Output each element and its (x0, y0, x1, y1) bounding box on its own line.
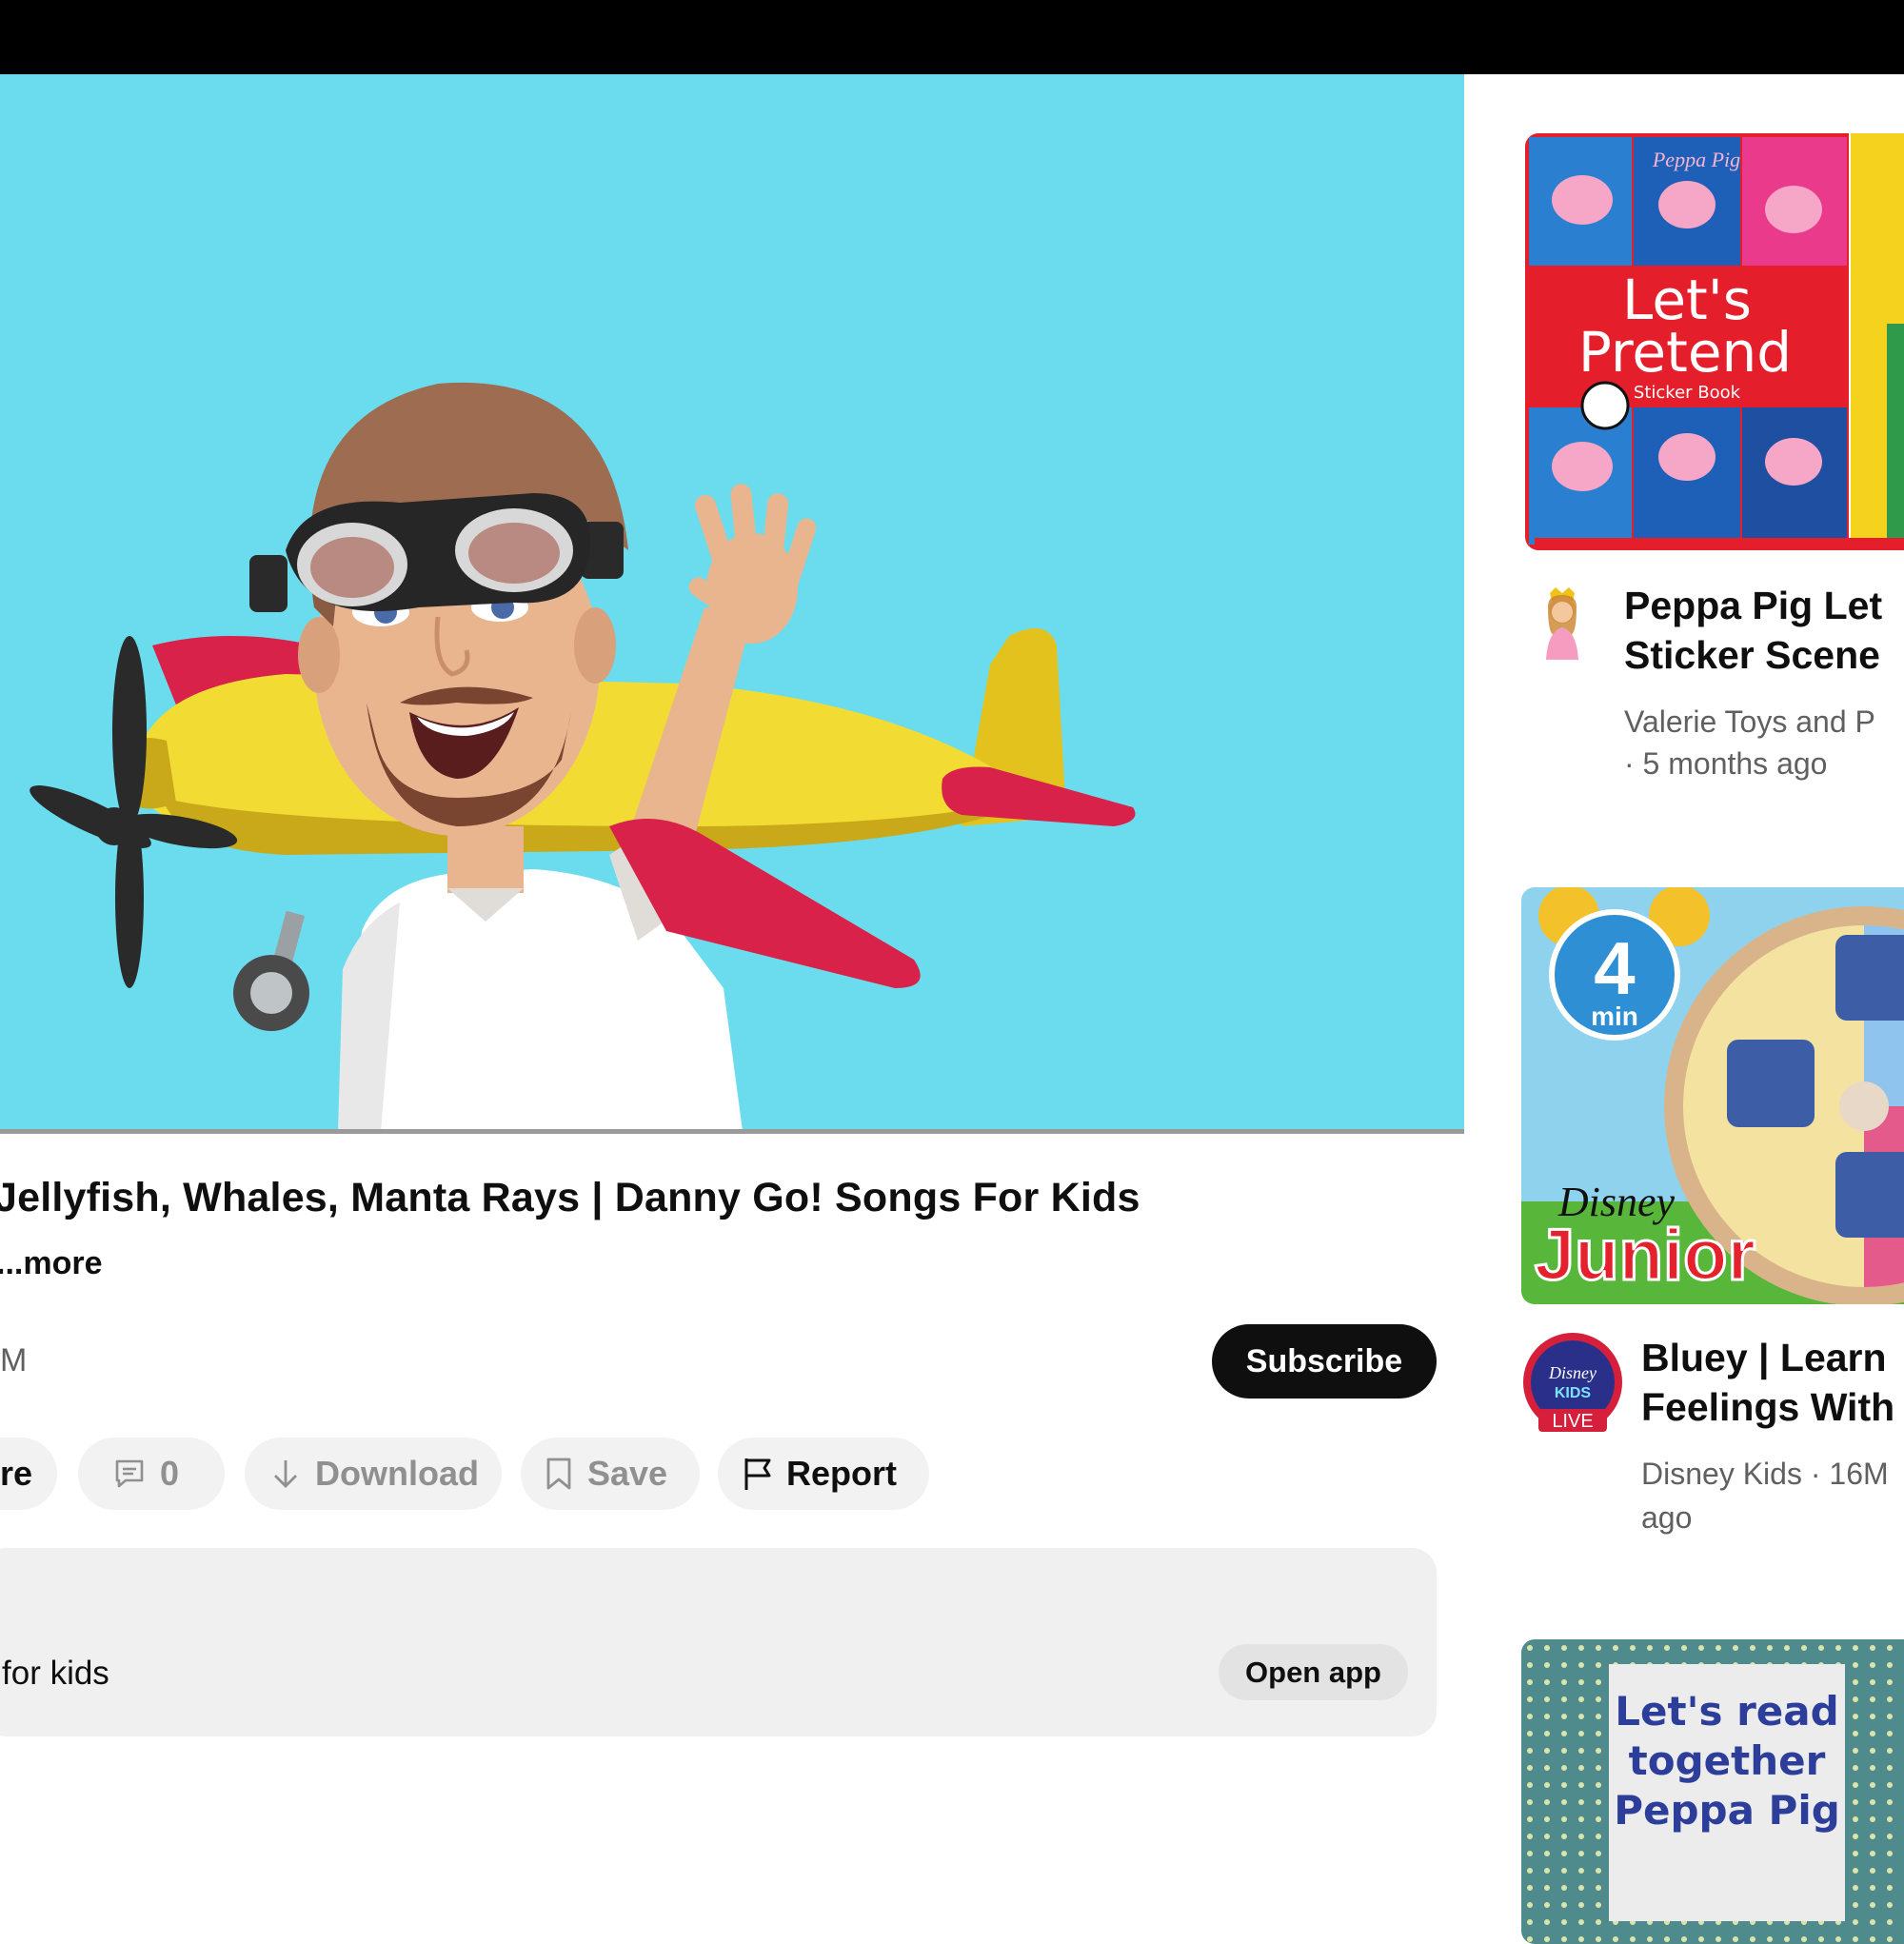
subscriber-count: M (0, 1342, 28, 1379)
open-app-button[interactable]: Open app (1219, 1644, 1408, 1700)
suggestion-thumbnail-2[interactable]: 4 min Disney Junior (1521, 887, 1904, 1304)
avatar-text-top: Disney (1548, 1363, 1597, 1382)
video-player[interactable] (0, 74, 1464, 1131)
avatar-text-bottom: KIDS (1555, 1385, 1592, 1401)
flag-icon (741, 1456, 773, 1492)
bookmark-icon (544, 1456, 574, 1492)
save-label: Save (587, 1454, 668, 1493)
avatar-live-badge: LIVE (1552, 1411, 1593, 1432)
suggestion-1-channel: Valerie Toys and P (1624, 704, 1875, 739)
thumb-1-sub: Sticker Book (1634, 383, 1741, 403)
suggestion-2-title-line1[interactable]: Bluey | Learn (1641, 1333, 1887, 1382)
description-more-link[interactable]: ...more (0, 1245, 102, 1282)
suggestion-thumbnail-1[interactable]: Peppa Pig Let's Pretend Sticker Book (1525, 133, 1904, 550)
thumb-1-line2: Pretend (1578, 320, 1792, 385)
info-card (0, 1548, 1437, 1736)
suggestion-2-channel: Disney Kids · 16M (1641, 1457, 1889, 1491)
comment-icon (112, 1457, 147, 1491)
thumb-3-line3: Peppa Pig (1614, 1787, 1840, 1834)
peppa-read-together-thumbnail: Let's read together Peppa Pig (1521, 1639, 1904, 1944)
video-frame-illustration (30, 382, 1136, 1131)
bluey-disney-junior-thumbnail: 4 min Disney Junior (1521, 887, 1904, 1304)
save-button[interactable]: Save (521, 1438, 700, 1510)
comments-button[interactable]: 0 (78, 1438, 225, 1510)
channel-avatar-valerie[interactable] (1535, 585, 1590, 662)
thumb-1-brand: Peppa Pig (1652, 148, 1740, 171)
suggestion-1-title-line1[interactable]: Peppa Pig Let (1624, 581, 1882, 630)
peppa-sticker-book-thumbnail: Peppa Pig Let's Pretend Sticker Book (1525, 133, 1904, 550)
thumb-2-duration-num: 4 (1594, 926, 1635, 1010)
channel-avatar-disney-kids[interactable]: Disney KIDS LIVE (1521, 1331, 1624, 1434)
suggestion-1-age: · 5 months ago (1624, 746, 1828, 781)
suggestion-thumbnail-3[interactable]: Let's read together Peppa Pig (1521, 1639, 1904, 1944)
download-button[interactable]: Download (245, 1438, 502, 1510)
thumb-3-line1: Let's read (1615, 1688, 1838, 1735)
thumb-3-line2: together (1629, 1737, 1826, 1784)
download-icon (269, 1457, 302, 1491)
report-button[interactable]: Report (718, 1438, 929, 1510)
share-label: re (0, 1454, 33, 1493)
thumb-2-duration-unit: min (1591, 1002, 1638, 1031)
suggestion-2-age: ago (1641, 1500, 1693, 1535)
top-bar (0, 0, 1904, 74)
subscribe-button[interactable]: Subscribe (1212, 1324, 1437, 1398)
suggestion-2-title-line2[interactable]: Feelings With (1641, 1382, 1894, 1432)
suggestion-1-title-line2[interactable]: Sticker Scene (1624, 630, 1880, 680)
download-label: Download (315, 1454, 479, 1493)
share-button[interactable]: re (0, 1438, 57, 1510)
thumb-2-brand-bottom: Junior (1535, 1215, 1755, 1296)
report-label: Report (786, 1454, 897, 1493)
video-title: Jellyfish, Whales, Manta Rays | Danny Go… (0, 1175, 1140, 1220)
video-progress-bar[interactable] (0, 1129, 1464, 1134)
comments-count: 0 (160, 1454, 180, 1493)
info-card-label: for kids (2, 1655, 109, 1692)
